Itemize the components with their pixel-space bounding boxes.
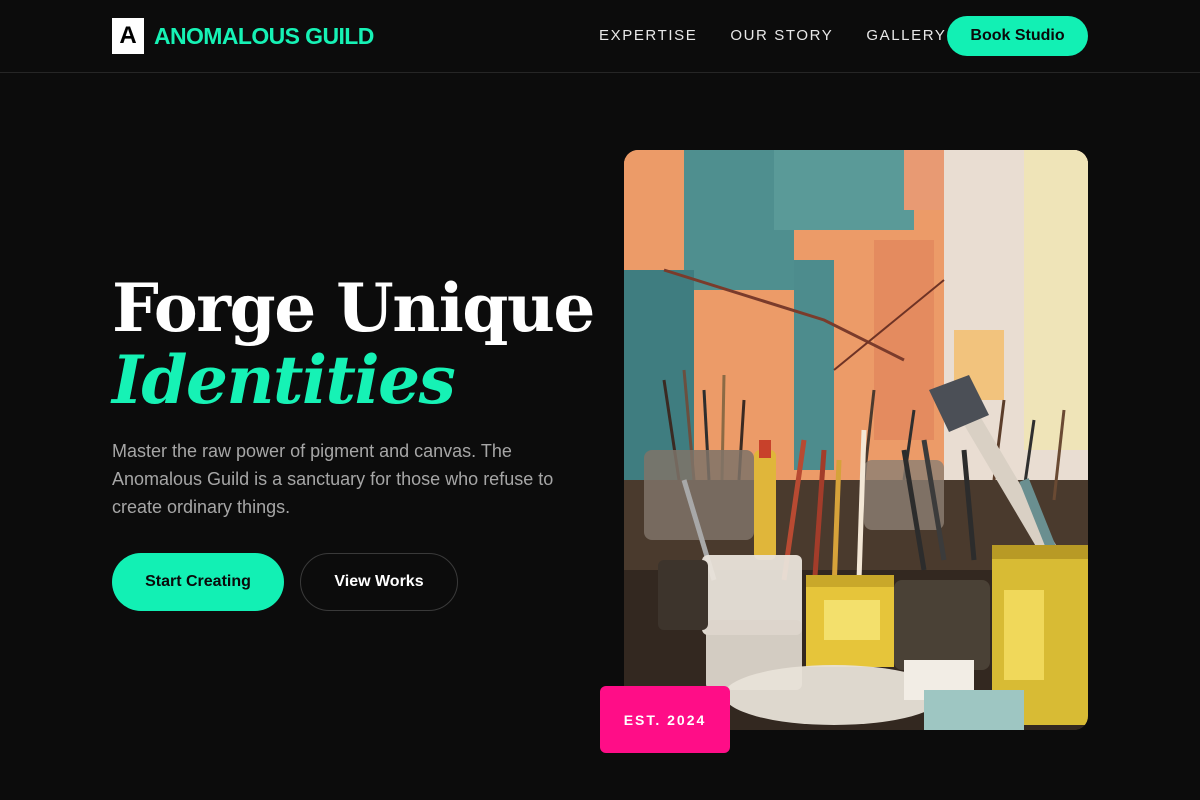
established-badge: EST. 2024 <box>600 686 730 753</box>
hero-image-art-studio <box>624 150 1088 730</box>
main-nav: EXPERTISE OUR STORY GALLERY <box>599 25 947 45</box>
view-works-button[interactable]: View Works <box>300 553 458 611</box>
start-creating-button[interactable]: Start Creating <box>112 553 284 611</box>
logo-mark: A <box>112 18 144 54</box>
book-studio-button[interactable]: Book Studio <box>947 16 1088 56</box>
nav-link-expertise[interactable]: EXPERTISE <box>599 27 697 44</box>
hero-title-line2: Identities <box>112 341 456 419</box>
nav-link-our-story[interactable]: OUR STORY <box>730 27 833 44</box>
hero-description: Master the raw power of pigment and canv… <box>112 441 554 517</box>
art-studio-illustration <box>624 150 1088 730</box>
hero-title: Forge Unique Identities <box>112 272 632 416</box>
brand-logo[interactable]: A ANOMALOUS GUILD <box>112 18 374 54</box>
hero-title-line1: Forge Unique <box>112 269 595 347</box>
brand-name: ANOMALOUS GUILD <box>154 22 374 49</box>
nav-link-gallery[interactable]: GALLERY <box>866 27 946 44</box>
site-header: A ANOMALOUS GUILD EXPERTISE OUR STORY GA… <box>0 0 1200 73</box>
